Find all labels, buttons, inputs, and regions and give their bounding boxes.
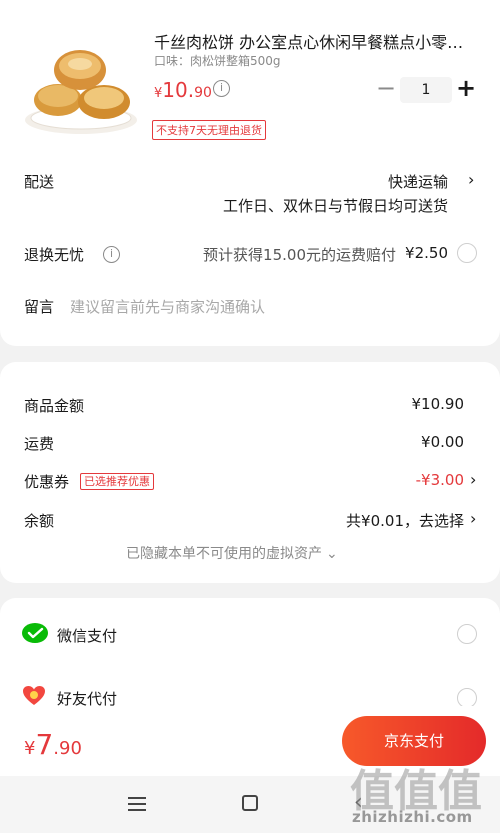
product-title[interactable]: 千丝肉松饼 办公室点心休闲早餐糕点小零… bbox=[154, 29, 484, 53]
balance-value[interactable]: 共¥0.01，去选择 bbox=[346, 510, 464, 531]
shipping-label: 运费 bbox=[24, 435, 55, 453]
order-total: ¥7.90 bbox=[24, 728, 82, 761]
return-worry-free-radio[interactable] bbox=[457, 243, 477, 263]
total-decimal: .90 bbox=[53, 738, 82, 759]
price-integer: 10. bbox=[162, 78, 195, 102]
product-spec[interactable]: 口味：肉松饼整箱500g bbox=[154, 52, 281, 69]
quantity-input[interactable]: 1 bbox=[400, 77, 452, 103]
chevron-right-icon[interactable]: › bbox=[470, 509, 476, 528]
total-integer: 7 bbox=[35, 728, 54, 761]
home-icon[interactable] bbox=[242, 795, 258, 811]
balance-label: 余额 bbox=[24, 512, 55, 530]
coupon-value[interactable]: -¥3.00 bbox=[416, 471, 464, 489]
total-currency: ¥ bbox=[24, 738, 36, 759]
delivery-detail: 工作日、双休日与节假日均可送货 bbox=[222, 197, 448, 215]
watermark-site: zhizhizhi.com bbox=[352, 808, 473, 826]
delivery-method[interactable]: 快递运输 bbox=[388, 171, 448, 192]
return-worry-free-desc: 预计获得15.00元的运费赔付 bbox=[203, 246, 396, 264]
coupon-label[interactable]: 优惠券 bbox=[24, 471, 69, 492]
chevron-right-icon[interactable]: › bbox=[470, 470, 476, 489]
wechat-pay-radio[interactable] bbox=[457, 624, 477, 644]
goods-amount-label: 商品金额 bbox=[24, 397, 85, 415]
return-worry-free-price: ¥2.50 bbox=[405, 244, 448, 262]
delivery-label: 配送 bbox=[24, 173, 55, 191]
info-icon[interactable]: i bbox=[213, 80, 230, 97]
shipping-value: ¥0.00 bbox=[421, 433, 464, 451]
message-input[interactable]: 建议留言前先与商家沟通确认 bbox=[70, 296, 265, 317]
coupon-tag: 已选推荐优惠 bbox=[80, 473, 154, 490]
product-price: ¥10.90 bbox=[154, 78, 212, 102]
info-icon[interactable]: i bbox=[103, 246, 120, 263]
no-refund-tag: 不支持7天无理由退货 bbox=[152, 120, 266, 140]
wechat-pay-label[interactable]: 微信支付 bbox=[57, 625, 117, 646]
chevron-right-icon[interactable]: › bbox=[468, 170, 474, 189]
friend-pay-radio[interactable] bbox=[457, 688, 477, 708]
quantity-increase-button[interactable]: + bbox=[456, 74, 476, 102]
message-label: 留言 bbox=[24, 298, 55, 316]
wechat-pay-icon bbox=[22, 623, 48, 643]
chevron-down-icon: ⌄ bbox=[326, 546, 338, 562]
return-worry-free-label: 退换无忧 bbox=[24, 246, 85, 264]
quantity-decrease-button[interactable]: − bbox=[376, 74, 396, 102]
menu-icon[interactable] bbox=[128, 797, 146, 811]
hidden-assets-toggle[interactable]: 已隐藏本单不可使用的虚拟资产 ⌄ bbox=[126, 543, 338, 563]
price-decimal: 90 bbox=[194, 85, 212, 101]
friend-pay-icon bbox=[23, 686, 45, 705]
product-image[interactable] bbox=[22, 40, 140, 136]
hidden-assets-text: 已隐藏本单不可使用的虚拟资产 bbox=[126, 546, 322, 562]
goods-amount-value: ¥10.90 bbox=[411, 395, 465, 413]
